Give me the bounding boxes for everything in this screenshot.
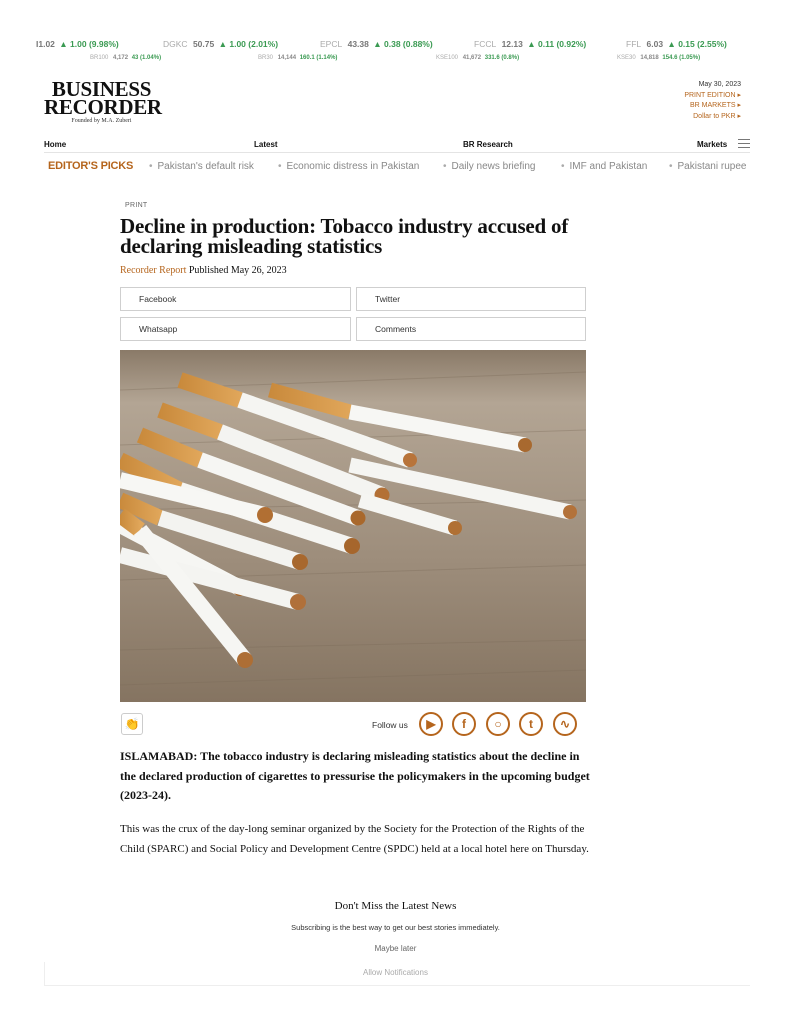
editors-picks-bar: EDITOR'S PICKS Pakistan's default risk E… [44, 158, 750, 176]
index-symbol: KSE30 [617, 55, 636, 61]
article-title: Decline in production: Tobacco industry … [120, 214, 569, 258]
ticker-symbol: DGKC [163, 39, 188, 49]
ticker-item[interactable]: FCCL 12.13 ▲ 0.11 (0.92%) [474, 39, 586, 49]
ticker-item[interactable]: FFL 6.03 ▲ 0.15 (2.55%) [626, 39, 727, 49]
author-link[interactable]: Recorder Report [120, 265, 186, 276]
rss-icon[interactable]: ∿ [553, 712, 577, 736]
ticker-symbol: FCCL [474, 39, 497, 49]
ticker-item[interactable]: I1.02 ▲ 1.00 (9.98%) [36, 39, 119, 49]
clap-icon[interactable]: 👏 [121, 713, 143, 735]
instagram-icon[interactable]: ○ [486, 712, 510, 736]
logo-line-2: RECORDER [44, 95, 162, 119]
header-links: May 30, 2023 PRINT EDITION BR MARKETS Do… [684, 80, 741, 122]
ticker-change: ▲ 0.38 (0.88%) [373, 39, 433, 49]
index-symbol: BR30 [258, 55, 274, 61]
comments-button[interactable]: Comments [356, 317, 586, 341]
index-symbol: KSE100 [436, 55, 459, 61]
nav-home[interactable]: Home [44, 140, 66, 149]
facebook-icon[interactable]: f [452, 712, 476, 736]
index-value: 14,144 [277, 55, 297, 61]
index-symbol: BR100 [90, 55, 109, 61]
index-item[interactable]: BR100 4,172 43 (1.04%) [90, 55, 161, 61]
share-whatsapp-button[interactable]: Whatsapp [120, 317, 351, 341]
pick-link[interactable]: Economic distress in Pakistan [278, 161, 420, 172]
nav-latest[interactable]: Latest [254, 140, 278, 149]
index-item[interactable]: KSE30 14,818 154.6 (1.05%) [617, 55, 700, 61]
index-value: 41,672 [462, 55, 482, 61]
pick-link[interactable]: Daily news briefing [443, 161, 536, 172]
ticker-item[interactable]: EPCL 43.38 ▲ 0.38 (0.88%) [320, 39, 433, 49]
index-change: 43 (1.04%) [131, 55, 162, 61]
ticker-price: 43.38 [347, 39, 369, 49]
index-value: 4,172 [113, 55, 129, 61]
follow-us-label: Follow us [372, 720, 408, 730]
section-label: PRINT [125, 202, 148, 209]
publish-date: Published May 26, 2023 [188, 265, 287, 276]
hamburger-menu-icon[interactable] [738, 139, 750, 148]
ticker-price: 12.13 [501, 39, 523, 49]
dollar-to-pkr-link[interactable]: Dollar to PKR [684, 112, 741, 123]
pick-link[interactable]: Pakistani rupee [669, 161, 747, 172]
nav-br-research[interactable]: BR Research [463, 140, 513, 149]
youtube-icon[interactable]: ▶ [419, 712, 443, 736]
pick-link[interactable]: IMF and Pakistan [561, 161, 648, 172]
index-change: 154.6 (1.05%) [662, 55, 701, 61]
ticker-symbol: FFL [626, 39, 642, 49]
subscribe-subtitle: Subscribing is the best way to get our b… [291, 923, 500, 932]
ticker-price: 6.03 [646, 39, 664, 49]
ticker-price: I1.02 [36, 39, 55, 49]
index-item[interactable]: KSE100 41,672 331.6 (0.8%) [436, 55, 519, 61]
allow-notifications-button[interactable]: Allow Notifications [0, 968, 791, 977]
main-nav: Home Latest BR Research Markets [44, 137, 750, 153]
ticker-change: ▲ 0.11 (0.92%) [527, 39, 587, 49]
nav-markets[interactable]: Markets [697, 140, 727, 149]
cigarettes-photo [120, 350, 586, 702]
header-date: May 30, 2023 [698, 81, 741, 88]
index-change: 160.1 (1.14%) [299, 55, 338, 61]
share-twitter-button[interactable]: Twitter [356, 287, 586, 311]
index-value: 14,818 [640, 55, 659, 61]
article-hero-image [120, 350, 586, 702]
ticker-change: ▲ 1.00 (9.98%) [59, 39, 119, 49]
stock-ticker: I1.02 ▲ 1.00 (9.98%) DGKC 50.75 ▲ 1.00 (… [0, 36, 791, 68]
ticker-item[interactable]: DGKC 50.75 ▲ 1.00 (2.01%) [163, 39, 278, 49]
share-facebook-button[interactable]: Facebook [120, 287, 351, 311]
nav-divider [44, 152, 750, 153]
site-logo[interactable]: BUSINESS RECORDER Founded by M.A. Zuberi [44, 79, 162, 125]
maybe-later-button[interactable]: Maybe later [0, 944, 791, 953]
editors-picks-heading: EDITOR'S PICKS [48, 160, 134, 172]
twitter-icon[interactable]: t [519, 712, 543, 736]
ticker-price: 50.75 [192, 39, 215, 49]
index-change: 331.6 (0.8%) [484, 55, 520, 61]
subscribe-title: Don't Miss the Latest News [334, 900, 457, 912]
byline: Recorder Report Published May 26, 2023 [120, 265, 287, 276]
pick-link[interactable]: Pakistan's default risk [149, 161, 254, 172]
ticker-change: ▲ 0.15 (2.55%) [667, 39, 727, 49]
br-markets-link[interactable]: BR MARKETS [684, 101, 741, 112]
ticker-symbol: EPCL [320, 39, 343, 49]
article-lead: ISLAMABAD: The tobacco industry is decla… [120, 749, 590, 802]
print-edition-link[interactable]: PRINT EDITION [684, 91, 741, 102]
index-item[interactable]: BR30 14,144 160.1 (1.14%) [258, 55, 337, 61]
article-paragraph: This was the crux of the day-long semina… [120, 823, 589, 855]
ticker-change: ▲ 1.00 (2.01%) [218, 39, 279, 49]
